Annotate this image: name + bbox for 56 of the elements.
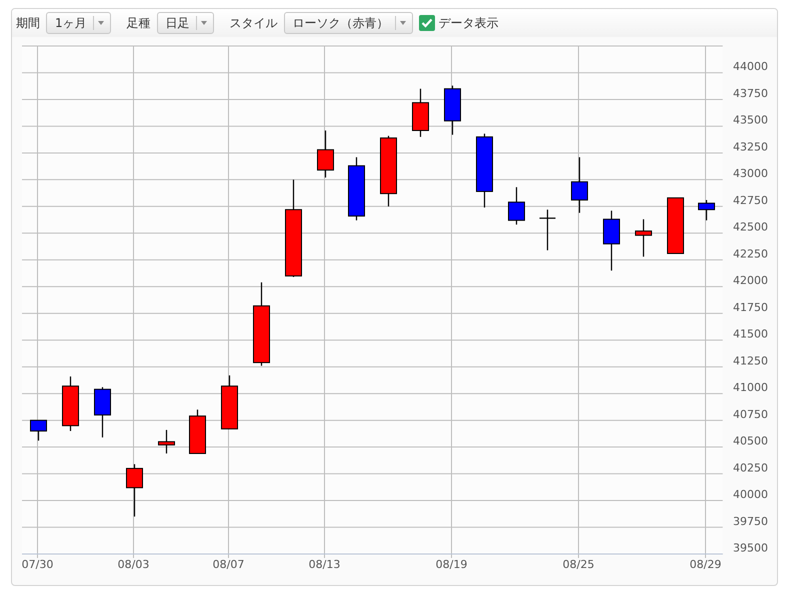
- candlestick: [698, 200, 715, 220]
- candlestick: [508, 187, 525, 225]
- candlestick: [667, 197, 684, 254]
- caret-icon: [98, 21, 104, 25]
- candlestick: [30, 420, 47, 441]
- y-axis-label: 39500: [733, 542, 768, 554]
- caret-icon: [400, 21, 406, 25]
- candlestick: [189, 410, 206, 454]
- candlestick: [317, 130, 334, 178]
- candlestick: [221, 375, 238, 430]
- x-axis-label: 08/03: [118, 558, 150, 571]
- y-axis-label: 42000: [733, 274, 768, 288]
- y-axis-label: 42250: [733, 247, 768, 260]
- candlestick: [94, 387, 111, 438]
- y-axis-label: 40250: [733, 461, 768, 474]
- y-axis-label: 43750: [733, 86, 768, 100]
- y-axis-label: 43250: [733, 140, 768, 154]
- candle-type-dropdown[interactable]: 日足: [156, 12, 214, 34]
- y-axis-label: 42750: [733, 194, 768, 207]
- x-axis-label: 08/13: [308, 558, 340, 571]
- candlestick: [62, 376, 79, 431]
- candlestick: [126, 464, 143, 517]
- x-axis-label: 08/25: [562, 558, 594, 571]
- candlestick: [571, 157, 588, 213]
- y-axis-label: 40000: [733, 488, 768, 502]
- y-axis-label: 43500: [733, 114, 768, 127]
- period-label: 期間: [16, 15, 40, 32]
- style-label: スタイル: [230, 15, 278, 32]
- x-axis-label: 08/07: [212, 558, 244, 571]
- style-dropdown[interactable]: ローソク（赤青）: [284, 12, 413, 34]
- candlestick: [444, 86, 461, 135]
- x-axis-label: 08/29: [690, 558, 722, 571]
- period-dropdown[interactable]: 1ヶ月: [46, 12, 111, 34]
- candlestick: [603, 210, 620, 271]
- y-axis-label: 44000: [733, 60, 768, 74]
- y-axis-label: 42500: [733, 220, 768, 234]
- y-axis-label: 41500: [733, 328, 768, 341]
- y-axis-label: 39750: [733, 514, 768, 528]
- y-axis-label: 40500: [733, 434, 768, 448]
- y-axis-label: 41250: [733, 354, 768, 368]
- candlestick: [540, 210, 556, 250]
- y-axis-label: 43000: [733, 167, 768, 180]
- caret-icon: [200, 21, 207, 25]
- candlestick: [348, 157, 365, 220]
- y-axis-label: 41000: [733, 381, 768, 394]
- candlestick: [158, 430, 175, 454]
- candlestick: [412, 88, 429, 137]
- y-axis-label: 40750: [733, 408, 768, 421]
- x-axis-label: 07/30: [22, 558, 54, 571]
- x-axis-label: 08/19: [436, 558, 468, 571]
- show-data-label: データ表示: [438, 15, 499, 32]
- candlestick: [635, 219, 652, 257]
- checkbox[interactable]: [418, 15, 435, 31]
- candle-type-label: 足種: [126, 15, 151, 32]
- candlestick: [380, 136, 397, 206]
- y-axis-label: 41750: [733, 300, 768, 314]
